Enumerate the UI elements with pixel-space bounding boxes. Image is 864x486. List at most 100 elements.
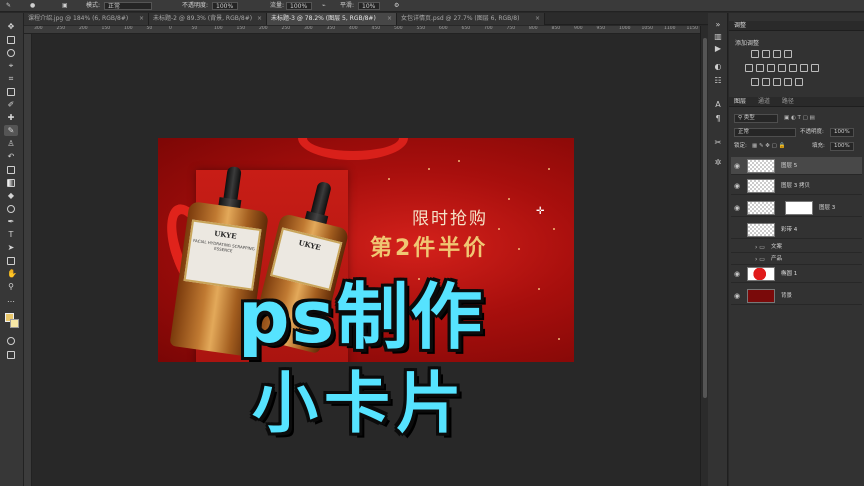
paragraph-icon[interactable]: ¶ xyxy=(712,113,724,123)
flow-field[interactable]: 100% xyxy=(286,2,312,10)
scrollbar-thumb[interactable] xyxy=(703,38,707,398)
black-white-icon[interactable] xyxy=(778,64,786,72)
tab-untitled-2[interactable]: 未标题-2 @ 89.3% (背景, RGB/8#) × xyxy=(149,13,267,25)
history-brush-icon[interactable]: ↶ xyxy=(4,151,18,162)
visibility-eye-icon[interactable]: ◉ xyxy=(734,157,740,175)
tab-adjustments[interactable]: 调整 xyxy=(734,22,746,29)
rectangle-tool-icon[interactable] xyxy=(4,255,18,266)
play-icon[interactable]: ▶ xyxy=(712,43,724,53)
layer-row[interactable]: ◉ 背景 xyxy=(731,287,862,305)
lock-icons[interactable]: ▦ ✎ ✥ ▢ 🔒 xyxy=(752,142,785,151)
visibility-eye-icon[interactable]: ◉ xyxy=(734,287,740,305)
close-icon[interactable]: × xyxy=(535,13,540,25)
dodge-tool-icon[interactable] xyxy=(4,203,18,214)
clone-stamp-icon[interactable]: ♙ xyxy=(4,138,18,149)
document-tabs: 课程介绍.jpg @ 184% (6, RGB/8#) × 未标题-2 @ 89.… xyxy=(24,13,726,25)
threshold-icon[interactable] xyxy=(773,78,781,86)
visibility-eye-icon[interactable]: ◉ xyxy=(734,265,740,283)
background-color-swatch[interactable] xyxy=(10,319,19,328)
layer-row[interactable]: 彩带 4 xyxy=(731,221,862,239)
screen-mode-icon[interactable] xyxy=(4,349,18,360)
visibility-eye-icon[interactable]: ◉ xyxy=(734,177,740,195)
brightness-icon[interactable] xyxy=(751,50,759,58)
layer-row[interactable]: ◉ 图层 3 拷贝 xyxy=(731,177,862,195)
layer-opacity-field[interactable]: 100% xyxy=(830,128,854,137)
brush-preset-icon[interactable]: ● xyxy=(30,0,35,12)
fill-field[interactable]: 100% xyxy=(830,142,854,151)
mode-select[interactable]: 正常 xyxy=(104,2,152,10)
vibrance-icon[interactable] xyxy=(745,64,753,72)
sparkle-dot xyxy=(548,168,550,170)
visibility-eye-icon[interactable]: ◉ xyxy=(734,199,740,217)
collapse-icon[interactable]: » xyxy=(712,19,724,29)
settings-icon[interactable]: ✲ xyxy=(712,157,724,167)
tab-channels[interactable]: 通道 xyxy=(758,98,770,105)
layer-row[interactable]: › ▭ 产品 xyxy=(731,254,862,265)
hand-tool-icon[interactable]: ✋ xyxy=(4,268,18,279)
curves-icon[interactable] xyxy=(773,50,781,58)
vertical-scrollbar[interactable] xyxy=(700,26,708,486)
posterize-icon[interactable] xyxy=(762,78,770,86)
tab-layers[interactable]: 图层 xyxy=(734,98,746,105)
more-tools-icon[interactable]: … xyxy=(4,294,18,305)
opacity-field[interactable]: 100% xyxy=(212,2,238,10)
pen-tool-icon[interactable]: ✒ xyxy=(4,216,18,227)
frame-tool-icon[interactable] xyxy=(4,86,18,97)
eraser-tool-icon[interactable] xyxy=(4,164,18,175)
tab-bag-detail[interactable]: 女包详情页.psd @ 27.7% (图层 6, RGB/8) × xyxy=(397,13,545,25)
selective-color-icon[interactable] xyxy=(795,78,803,86)
path-select-icon[interactable]: ➤ xyxy=(4,242,18,253)
gear-icon[interactable]: ⚙ xyxy=(394,0,399,12)
levels-icon[interactable] xyxy=(762,50,770,58)
ruler-tick-label: 0 xyxy=(169,26,172,31)
blur-tool-icon[interactable]: ◆ xyxy=(4,190,18,201)
smoothing-field[interactable]: 10% xyxy=(358,2,380,10)
crop-tool-icon[interactable]: ⌗ xyxy=(4,73,18,84)
brush-settings-icon[interactable]: ▣ xyxy=(62,0,68,12)
marquee-tool-icon[interactable] xyxy=(4,34,18,45)
blend-mode-select[interactable]: 正常 xyxy=(734,128,796,137)
layer-row[interactable]: › ▭ 文案 xyxy=(731,242,862,253)
character-icon[interactable]: A xyxy=(712,99,724,109)
history-icon[interactable]: ▥ xyxy=(712,31,724,41)
layer-name: 彩带 4 xyxy=(781,227,798,233)
invert-icon[interactable] xyxy=(751,78,759,86)
tab-untitled-3[interactable]: 未标题-3 @ 78.2% (图层 5, RGB/8#) × xyxy=(267,13,397,25)
photo-filter-icon[interactable] xyxy=(789,64,797,72)
type-tool-icon[interactable]: T xyxy=(4,229,18,240)
lasso-tool-icon[interactable] xyxy=(4,47,18,58)
smoothing-label: 平滑: xyxy=(340,2,355,9)
quick-select-tool-icon[interactable]: ⌖ xyxy=(4,60,18,71)
airbrush-icon[interactable]: ⌁ xyxy=(322,0,326,12)
layer-row[interactable]: ◉ 椭圆 1 xyxy=(731,265,862,283)
brush-tool-icon[interactable]: ✎ xyxy=(6,0,11,12)
zoom-tool-icon[interactable]: ⚲ xyxy=(4,281,18,292)
gradient-map-icon[interactable] xyxy=(784,78,792,86)
channel-mixer-icon[interactable] xyxy=(800,64,808,72)
layer-mask-thumbnail[interactable] xyxy=(785,201,813,215)
layer-row[interactable]: ◉ 图层 5 xyxy=(731,157,862,175)
ruler-tick-label: 300 xyxy=(34,26,43,31)
quick-mask-icon[interactable] xyxy=(4,335,18,346)
exposure-icon[interactable] xyxy=(784,50,792,58)
color-balance-icon[interactable] xyxy=(767,64,775,72)
brush-tool-icon[interactable]: ✎ xyxy=(4,125,18,136)
properties-icon[interactable]: ☷ xyxy=(712,75,724,85)
tab-paths[interactable]: 路径 xyxy=(782,98,794,105)
hue-saturation-icon[interactable] xyxy=(756,64,764,72)
gradient-tool-icon[interactable] xyxy=(4,177,18,188)
healing-brush-icon[interactable]: ✚ xyxy=(4,112,18,123)
sparkle-dot xyxy=(553,228,555,230)
adjustments-icon[interactable]: ◐ xyxy=(712,61,724,71)
close-icon[interactable]: × xyxy=(139,13,144,25)
tools-preset-icon[interactable]: ✂ xyxy=(712,137,724,147)
filter-icons[interactable]: ▣ ◐ T ▢ ▤ xyxy=(784,114,815,123)
close-icon[interactable]: × xyxy=(257,13,262,25)
layer-filter-select[interactable]: ⚲ 类型 xyxy=(734,114,778,123)
eyedropper-tool-icon[interactable]: ✐ xyxy=(4,99,18,110)
color-lookup-icon[interactable] xyxy=(811,64,819,72)
layer-row[interactable]: ◉ 图层 3 xyxy=(731,199,862,217)
tab-course-intro[interactable]: 课程介绍.jpg @ 184% (6, RGB/8#) × xyxy=(24,13,149,25)
close-icon[interactable]: × xyxy=(387,13,392,25)
move-tool-icon[interactable]: ✥ xyxy=(4,21,18,32)
